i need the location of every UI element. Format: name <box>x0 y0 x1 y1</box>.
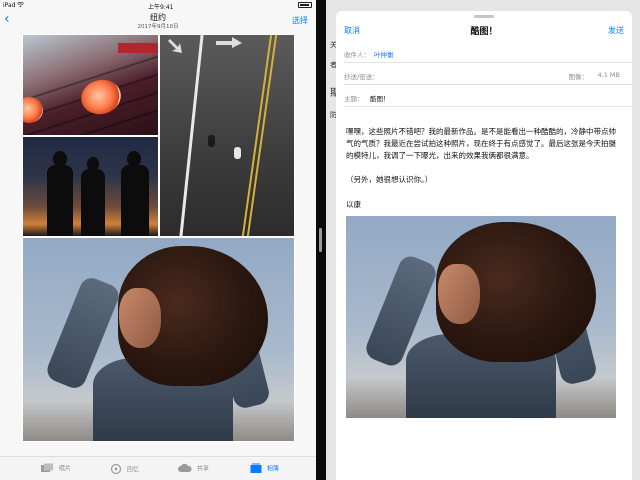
recipient-token[interactable]: 叶仲衡 <box>374 49 394 59</box>
signature: 以康 <box>346 200 361 209</box>
device-label: iPad <box>3 2 16 9</box>
arrow-marking-icon <box>216 37 242 48</box>
message-paragraph: （另外，她很想认识你。） <box>346 175 433 184</box>
arrow-marking-icon <box>168 39 182 53</box>
attached-photo[interactable] <box>346 216 616 418</box>
message-body[interactable]: 嘿嘿，这些照片不错吧？我的最新作品。是不是能看出一种酷酷的，冷静中带点帅气的气质… <box>346 126 622 198</box>
cloud-icon <box>178 463 192 472</box>
photo-silhouettes[interactable] <box>23 137 158 236</box>
to-label: 收件人： <box>344 51 370 59</box>
select-button[interactable]: 选择 <box>292 15 308 26</box>
photo-portrait[interactable] <box>23 238 294 441</box>
split-divider[interactable] <box>316 0 326 480</box>
subject-label: 主题： <box>344 95 364 103</box>
image-size-value[interactable]: 4.1 MB <box>598 71 620 79</box>
albums-icon <box>250 463 262 473</box>
subject-field[interactable]: 主题： 酷图！ <box>344 85 632 107</box>
tab-label: 相簿 <box>266 465 279 473</box>
image-size-label: 图像： <box>568 73 589 81</box>
album-date: 2017年9月10日 <box>137 24 179 30</box>
mail-app: 关 者 斯 防 取消 酷图！ 发送 收件人： 叶仲衡 抄送/密送： 图像： 4.… <box>326 0 640 480</box>
memories-icon <box>110 463 122 475</box>
compose-sheet: 取消 酷图！ 发送 收件人： 叶仲衡 抄送/密送： 图像： 4.1 MB 主题：… <box>336 11 632 480</box>
tab-shared[interactable]: 共享 <box>178 463 209 475</box>
photos-icon <box>41 463 53 472</box>
battery-icon <box>298 2 312 8</box>
to-field[interactable]: 收件人： 叶仲衡 <box>344 41 632 63</box>
compose-title: 酷图！ <box>470 27 498 37</box>
photo-street[interactable] <box>160 35 294 236</box>
message-paragraph: 嘿嘿，这些照片不错吧？我的最新作品。是不是能看出一种酷酷的，冷静中带点帅气的气质… <box>346 127 616 160</box>
send-button[interactable]: 发送 <box>608 25 624 36</box>
photo-grid <box>22 34 295 442</box>
split-screen: iPad 上午9:41 ‹ 纽约 2017年9月10日 选择 照片 回忆 共享 … <box>0 0 640 480</box>
tab-label: 回忆 <box>126 466 139 474</box>
divider-handle[interactable] <box>319 228 322 252</box>
photos-app: iPad 上午9:41 ‹ 纽约 2017年9月10日 选择 照片 回忆 共享 … <box>0 0 316 480</box>
status-bar: iPad 上午9:41 <box>0 0 316 11</box>
cc-label: 抄送/密送： <box>344 73 379 81</box>
tab-albums[interactable]: 相簿 <box>250 463 279 475</box>
subject-value: 酷图！ <box>370 95 390 103</box>
wifi-icon <box>17 2 24 8</box>
tab-memories[interactable]: 回忆 <box>110 463 139 475</box>
photo-grapefruit[interactable] <box>23 35 158 135</box>
navigation-bar: ‹ 纽约 2017年9月10日 选择 <box>0 10 316 32</box>
tab-photos[interactable]: 照片 <box>40 463 71 475</box>
tab-bar: 照片 回忆 共享 相簿 <box>0 456 316 480</box>
tab-label: 共享 <box>196 465 209 473</box>
tab-label: 照片 <box>58 465 71 473</box>
cc-field[interactable]: 抄送/密送： 图像： 4.1 MB <box>344 63 632 85</box>
sheet-grabber[interactable] <box>474 15 494 18</box>
